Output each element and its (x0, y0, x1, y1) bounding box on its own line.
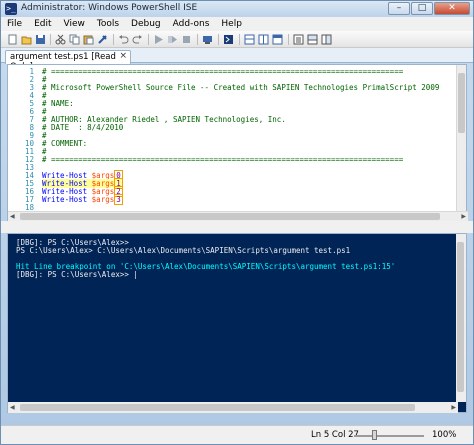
index-token: 3 (114, 194, 123, 205)
maximize-button[interactable]: □ (411, 2, 433, 15)
paste-icon[interactable] (83, 34, 94, 45)
code-line: # Microsoft PowerShell Source File -- Cr… (42, 83, 440, 92)
show-script-icon[interactable] (307, 34, 318, 45)
zoom-slider-track[interactable] (354, 435, 424, 437)
toolbar-separator (197, 34, 198, 45)
new-file-icon[interactable] (7, 34, 18, 45)
open-folder-icon[interactable] (21, 34, 32, 45)
menu-bar: File Edit View Tools Debug Add-ons Help (1, 17, 473, 31)
undo-icon[interactable] (118, 34, 129, 45)
code-line: # COMMENT: (42, 139, 88, 148)
powershell-app-icon: >_ (5, 3, 17, 15)
stop-icon[interactable] (181, 34, 192, 45)
cursor-position: Ln 5 Col 27 (311, 430, 359, 440)
copy-icon[interactable] (69, 34, 80, 45)
console-pane[interactable]: [DBG]: PS C:\Users\Alex>> PS C:\Users\Al… (7, 233, 467, 413)
title-bar: >_ Administrator: Windows PowerShell ISE… (1, 1, 473, 17)
window-controls: – □ ✕ (387, 2, 470, 15)
menu-view[interactable]: View (58, 17, 91, 31)
console-vertical-scrollbar[interactable] (456, 234, 466, 402)
help-icon[interactable] (321, 34, 332, 45)
tab-close-icon[interactable]: × (119, 51, 127, 61)
clear-icon[interactable] (97, 34, 108, 45)
run-selection-icon[interactable] (167, 34, 178, 45)
remote-tab-icon[interactable] (202, 34, 213, 45)
scrollbar-thumb[interactable] (20, 213, 440, 220)
scrollbar-thumb[interactable] (20, 404, 415, 411)
toolbar (1, 31, 473, 48)
scrollbar-thumb[interactable] (458, 73, 465, 133)
cmdlet-token: Write-Host (42, 195, 88, 204)
minimize-button[interactable]: – (388, 2, 410, 15)
scroll-right-icon[interactable]: ▶ (451, 404, 456, 411)
ise-window: >_ Administrator: Windows PowerShell ISE… (0, 0, 474, 445)
scroll-right-icon[interactable]: ▶ (461, 213, 466, 220)
script-tabs: argument test.ps1 [Read Only] × (1, 48, 473, 72)
console-prompt[interactable]: [DBG]: PS C:\Users\Alex>> | (16, 270, 138, 279)
cut-icon[interactable] (55, 34, 66, 45)
code-line: # ======================================… (42, 155, 404, 164)
close-button[interactable]: ✕ (434, 2, 470, 15)
menu-tools[interactable]: Tools (91, 17, 125, 31)
script-editor[interactable]: 1 2 3 4 5 6 7 8 9 10 11 12 13 14 15 16 1… (7, 64, 468, 221)
menu-help[interactable]: Help (215, 17, 248, 31)
scroll-left-icon[interactable]: ◀ (10, 404, 15, 411)
layout-right-icon[interactable] (258, 34, 269, 45)
tab-argument-test[interactable]: argument test.ps1 [Read Only] × (5, 50, 131, 72)
status-bar: Ln 5 Col 27 100% (1, 425, 473, 444)
pane-splitter[interactable] (1, 221, 473, 233)
toolbar-separator (288, 34, 289, 45)
editor-horizontal-scrollbar[interactable]: ◀ ▶ (8, 211, 468, 221)
layout-top-icon[interactable] (244, 34, 255, 45)
toolbar-separator (239, 34, 240, 45)
powershell-icon[interactable] (223, 34, 234, 45)
toolbar-separator (50, 34, 51, 45)
run-icon[interactable] (153, 34, 164, 45)
window-title: Administrator: Windows PowerShell ISE (21, 3, 198, 13)
code-line: # ======================================… (42, 67, 404, 76)
menu-file[interactable]: File (1, 17, 28, 31)
code-line: # DATE : 8/4/2010 (42, 123, 124, 132)
scroll-left-icon[interactable]: ◀ (10, 213, 15, 220)
editor-vertical-scrollbar[interactable] (456, 65, 466, 211)
layout-max-icon[interactable] (272, 34, 283, 45)
command-pane-icon[interactable] (293, 34, 304, 45)
zoom-level: 100% (432, 430, 457, 440)
scrollbar-thumb[interactable] (457, 242, 464, 392)
toolbar-separator (113, 34, 114, 45)
console-horizontal-scrollbar[interactable]: ◀ ▶ (8, 402, 458, 413)
toolbar-separator (218, 34, 219, 45)
code-line: Write-Host $args 3 (42, 194, 123, 205)
redo-icon[interactable] (132, 34, 143, 45)
line-numbers: 1 2 3 4 5 6 7 8 9 10 11 12 13 14 15 16 1… (8, 65, 38, 212)
menu-edit[interactable]: Edit (28, 17, 57, 31)
save-icon[interactable] (35, 34, 46, 45)
toolbar-separator (148, 34, 149, 45)
zoom-slider-thumb[interactable] (372, 430, 377, 440)
menu-debug[interactable]: Debug (125, 17, 167, 31)
menu-addons[interactable]: Add-ons (167, 17, 216, 31)
console-line: PS C:\Users\Alex> C:\Users\Alex\Document… (16, 246, 351, 255)
variable-token: $args (91, 195, 115, 204)
